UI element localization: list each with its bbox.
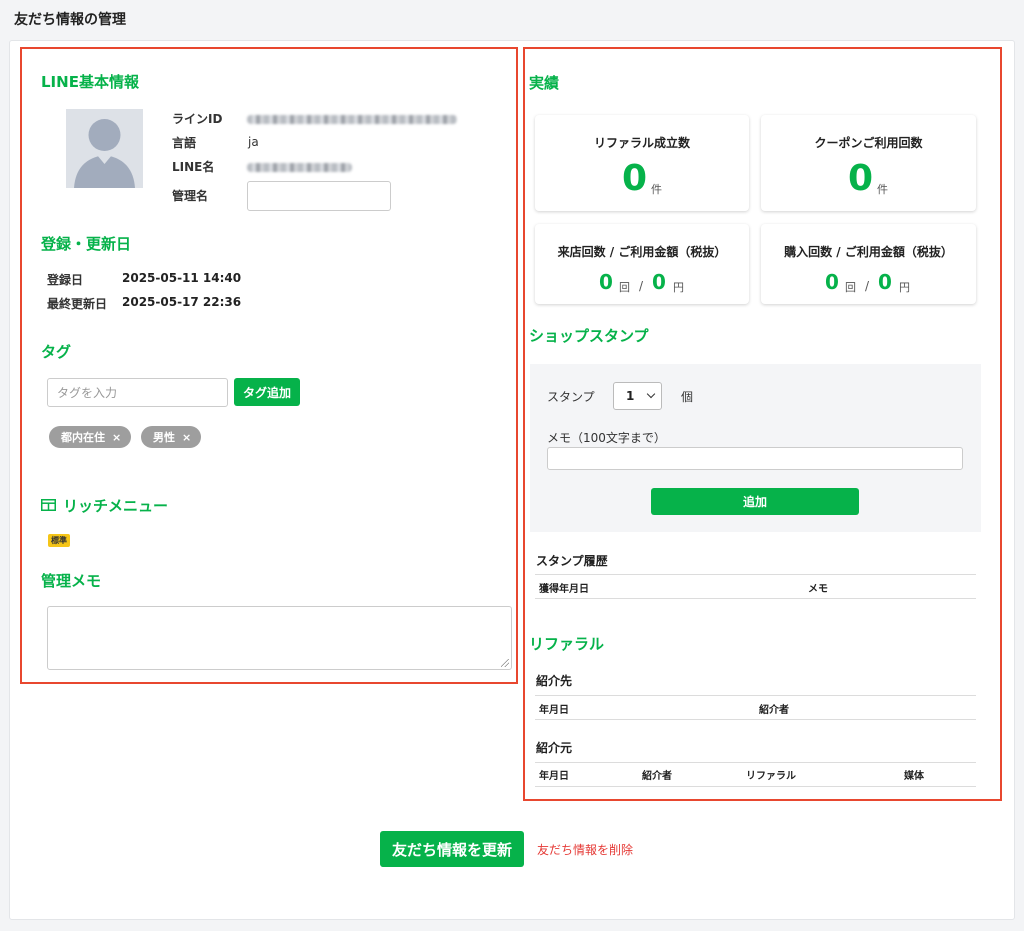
- shop-stamp-title: ショップスタンプ: [529, 327, 649, 345]
- stamp-history-title: スタンプ履歴: [536, 554, 608, 568]
- dates-title: 登録・更新日: [41, 235, 132, 253]
- referral-from-col-referral: リファラル: [746, 771, 796, 782]
- left-panel: LINE基本情報 ラインID 言語 ja LINE名 管理名 登録・更新日 登録…: [20, 47, 518, 684]
- chevron-down-icon: [646, 389, 656, 399]
- purchase-count-unit: 回: [845, 281, 856, 294]
- purchase-count-value: 0: [825, 270, 839, 294]
- resize-handle[interactable]: [501, 659, 509, 667]
- visit-count-unit: 回: [619, 281, 630, 294]
- coupon-count-label: クーポンご利用回数: [814, 136, 923, 150]
- registered-date-value: 2025-05-11 14:40: [122, 271, 242, 285]
- add-stamp-button[interactable]: 追加: [651, 488, 859, 515]
- purchase-amount-value: 0: [878, 270, 892, 294]
- divider: [535, 786, 976, 787]
- purchase-label: 購入回数 / ご利用金額（税抜）: [784, 245, 953, 259]
- purchase-card: 購入回数 / ご利用金額（税抜） 0 回 / 0 円: [761, 224, 976, 304]
- updated-date-label: 最終更新日: [47, 297, 108, 311]
- coupon-count-card: クーポンご利用回数 0 件: [761, 115, 976, 211]
- tag-input[interactable]: タグを入力: [47, 378, 228, 407]
- referral-from-col-referrer: 紹介者: [642, 771, 672, 782]
- user-silhouette-icon: [66, 109, 143, 188]
- add-tag-button[interactable]: タグ追加: [234, 378, 300, 406]
- admin-memo-title: 管理メモ: [41, 572, 102, 590]
- referral-from-col-media: 媒体: [904, 771, 924, 782]
- stamp-memo-label: メモ（100文字まで）: [547, 431, 666, 445]
- stamp-memo-input[interactable]: [547, 447, 963, 470]
- table-grid-icon: [41, 499, 56, 511]
- referral-from-title: 紹介元: [536, 741, 573, 755]
- purchase-separator: /: [865, 279, 870, 293]
- stamp-count-value: 1: [626, 389, 635, 403]
- line-name-value-redacted: [247, 163, 352, 172]
- tag-chip-label: 都内在住: [61, 431, 105, 444]
- stamp-count-select[interactable]: 1: [613, 382, 662, 410]
- registered-date-label: 登録日: [47, 273, 84, 287]
- visit-label: 来店回数 / ご利用金額（税抜）: [557, 245, 727, 259]
- tags-title: タグ: [41, 343, 72, 361]
- line-id-label: ラインID: [172, 112, 223, 126]
- language-label: 言語: [172, 136, 197, 150]
- rich-menu-title: リッチメニュー: [63, 497, 169, 515]
- visit-separator: /: [639, 279, 644, 293]
- page-title: 友だち情報の管理: [14, 12, 126, 28]
- delete-friend-link[interactable]: 友だち情報を削除: [537, 841, 633, 858]
- referral-count-label: リファラル成立数: [593, 136, 690, 150]
- line-name-label: LINE名: [172, 160, 215, 174]
- visit-count-value: 0: [599, 270, 613, 294]
- stamp-history-col-date: 獲得年月日: [539, 584, 589, 595]
- purchase-amount-unit: 円: [899, 281, 910, 294]
- referral-from-col-date: 年月日: [539, 771, 569, 782]
- divider: [535, 762, 976, 763]
- rich-menu-badge: 標準: [48, 534, 70, 547]
- admin-name-label: 管理名: [172, 189, 209, 203]
- stamp-form: スタンプ 1 個 メモ（100文字まで） 追加: [530, 364, 981, 532]
- stamp-label: スタンプ: [547, 390, 595, 404]
- referral-to-title: 紹介先: [536, 674, 573, 688]
- stamp-unit: 個: [681, 390, 694, 404]
- line-id-value-redacted: [247, 115, 457, 124]
- close-icon[interactable]: ×: [182, 431, 191, 444]
- results-title: 実績: [529, 74, 560, 92]
- divider: [535, 598, 976, 599]
- stamp-history-col-memo: メモ: [808, 584, 828, 595]
- update-friend-button[interactable]: 友だち情報を更新: [380, 831, 524, 867]
- language-value: ja: [248, 135, 259, 149]
- admin-memo-textarea[interactable]: [47, 606, 512, 670]
- admin-name-input[interactable]: [247, 181, 391, 211]
- tag-chip: 男性 ×: [141, 426, 202, 448]
- visit-card: 来店回数 / ご利用金額（税抜） 0 回 / 0 円: [535, 224, 749, 304]
- referral-title: リファラル: [529, 635, 605, 653]
- referral-count-card: リファラル成立数 0 件: [535, 115, 749, 211]
- referral-count-unit: 件: [651, 183, 662, 196]
- tag-chip: 都内在住 ×: [49, 426, 132, 448]
- divider: [535, 574, 976, 575]
- updated-date-value: 2025-05-17 22:36: [122, 295, 242, 309]
- referral-to-col-referrer: 紹介者: [759, 705, 789, 716]
- referral-to-col-date: 年月日: [539, 705, 569, 716]
- tag-chip-label: 男性: [153, 431, 175, 444]
- line-basic-info-title: LINE基本情報: [41, 73, 139, 91]
- close-icon[interactable]: ×: [112, 431, 121, 444]
- referral-count-value: 0: [622, 158, 648, 199]
- coupon-count-value: 0: [848, 158, 874, 199]
- avatar: [66, 109, 143, 188]
- coupon-count-unit: 件: [877, 183, 888, 196]
- divider: [535, 695, 976, 696]
- divider: [535, 719, 976, 720]
- visit-amount-unit: 円: [673, 281, 684, 294]
- visit-amount-value: 0: [652, 270, 666, 294]
